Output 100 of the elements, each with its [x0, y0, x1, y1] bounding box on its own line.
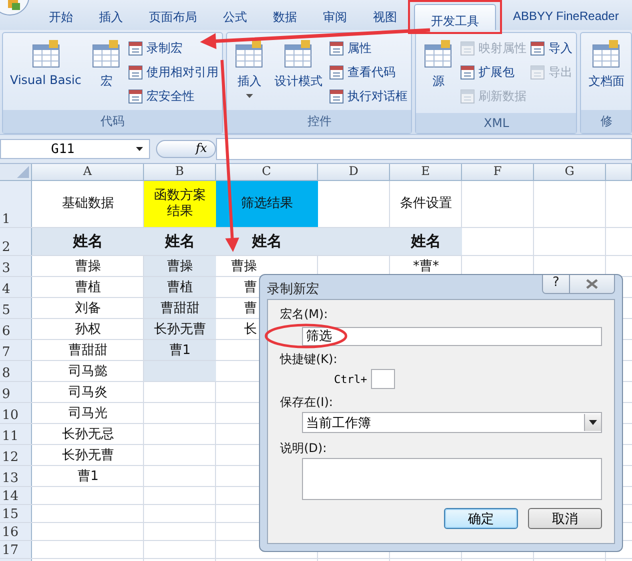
row-header[interactable]: 3: [0, 256, 32, 276]
row-header[interactable]: 10: [0, 403, 32, 423]
column-header[interactable]: [606, 164, 632, 181]
ribbon-tab[interactable]: 插入: [86, 0, 136, 30]
dialog-title: 录制新宏: [267, 281, 319, 298]
ribbon-button[interactable]: Visual Basic: [7, 36, 84, 107]
row-header[interactable]: 16: [0, 523, 32, 540]
table-cell-text: 基础数据: [61, 195, 115, 214]
caret-icon: [246, 94, 253, 98]
table-cell: 筛选结果: [216, 181, 318, 227]
table-cell-text: 曹植: [74, 279, 102, 297]
column-header[interactable]: D: [318, 164, 390, 181]
ribbon-button[interactable]: 查看代码: [329, 62, 408, 82]
ribbon-button[interactable]: 执行对话框: [329, 86, 408, 106]
ribbon-button[interactable]: 插入: [231, 36, 268, 107]
table-cell-text: 曹操: [230, 258, 258, 276]
table-cell: 曹植: [144, 277, 216, 297]
store-in-dropdown[interactable]: 当前工作簿: [302, 412, 602, 433]
row-header[interactable]: 1: [0, 181, 32, 227]
row-header[interactable]: 9: [0, 382, 32, 402]
table-cell-text: 曹: [243, 300, 258, 318]
document-icon: [329, 88, 344, 104]
ribbon-button[interactable]: 宏: [88, 36, 124, 107]
row-header[interactable]: 2: [0, 228, 32, 255]
table-cell: 姓名: [216, 228, 318, 255]
row-header[interactable]: 11: [0, 424, 32, 444]
table-cell-text: 司马懿: [68, 363, 108, 381]
table-cell-text: 曹1: [76, 468, 100, 486]
table-cell-text: 司马光: [68, 405, 108, 423]
close-icon: [586, 279, 598, 289]
close-button[interactable]: [570, 275, 614, 293]
table-cell-text: 曹: [243, 279, 258, 297]
ribbon-button[interactable]: 扩展包: [460, 62, 526, 82]
row-header[interactable]: 7: [0, 340, 32, 360]
column-header[interactable]: A: [32, 164, 144, 181]
ribbon-button[interactable]: 属性: [329, 38, 408, 58]
ribbon-button[interactable]: 源: [420, 36, 456, 110]
document-icon: [460, 88, 476, 104]
row-header[interactable]: 14: [0, 487, 32, 504]
triangle-icon: [17, 166, 29, 178]
table-cell-text: 刘备: [74, 300, 102, 318]
table-cell-text: 长孙无忌: [61, 426, 115, 444]
ribbon-button[interactable]: 文档面: [585, 36, 628, 107]
ribbon-button[interactable]: 宏安全性: [128, 86, 218, 106]
table-cell: 姓名: [32, 228, 144, 255]
office-button-icon[interactable]: [0, 0, 30, 16]
description-field[interactable]: [302, 458, 602, 500]
table-cell-text: 长: [243, 321, 258, 339]
ribbon-button[interactable]: 设计模式: [271, 36, 326, 107]
row-header[interactable]: 5: [0, 298, 32, 318]
dialog-button[interactable]: 确定: [444, 508, 518, 529]
row-header[interactable]: 13: [0, 466, 32, 486]
group-label: 代码: [3, 110, 222, 133]
table-cell: 曹甜甜: [144, 298, 216, 318]
table-cell-text: 司马炎: [68, 384, 108, 402]
document-icon: [128, 64, 144, 80]
field-label: 宏名(M):: [280, 306, 328, 323]
row-header[interactable]: 17: [0, 541, 32, 558]
row-header[interactable]: 15: [0, 505, 32, 522]
spreadsheet-icon: [30, 39, 61, 69]
column-header[interactable]: C: [216, 164, 318, 181]
ribbon-tab[interactable]: 页面布局: [136, 0, 210, 30]
name-box[interactable]: G11: [0, 139, 150, 159]
ribbon-tab[interactable]: 公式: [210, 0, 260, 30]
shortcut-prefix: Ctrl+: [334, 372, 368, 386]
document-icon: [530, 40, 546, 56]
row-header[interactable]: 8: [0, 361, 32, 381]
ribbon-tab[interactable]: 开发工具: [414, 4, 496, 30]
field-label: 说明(D):: [280, 440, 327, 457]
column-header[interactable]: F: [462, 164, 534, 181]
macro-name-field[interactable]: 筛选: [302, 327, 602, 346]
document-icon: [329, 64, 344, 80]
ribbon-tab[interactable]: 开始: [36, 0, 86, 30]
table-cell: 曹操: [144, 256, 216, 276]
column-header[interactable]: B: [144, 164, 216, 181]
dialog-button[interactable]: 取消: [528, 508, 602, 529]
field-label: 保存在(I):: [280, 394, 333, 411]
help-button[interactable]: ?: [543, 275, 570, 293]
select-all-button[interactable]: [0, 164, 32, 181]
column-header[interactable]: E: [390, 164, 462, 181]
table-cell-text: 曹甜甜: [68, 342, 108, 360]
ribbon-button[interactable]: 录制宏: [128, 38, 218, 58]
formula-input[interactable]: [216, 138, 632, 160]
ribbon-button[interactable]: 使用相对引用: [128, 62, 218, 82]
shortcut-key-field[interactable]: [371, 369, 396, 389]
ribbon-tab[interactable]: 审阅: [310, 0, 360, 30]
document-icon: [128, 88, 144, 104]
row-header[interactable]: 6: [0, 319, 32, 339]
ribbon-tab[interactable]: 视图: [360, 0, 410, 30]
ribbon-button[interactable]: 导入: [530, 38, 572, 58]
table-cell-text: *曹*: [412, 258, 440, 276]
row-header[interactable]: 12: [0, 445, 32, 465]
document-icon: [530, 64, 546, 80]
function-button[interactable]: fx: [156, 140, 216, 158]
document-icon: [329, 40, 344, 56]
document-icon: [460, 40, 476, 56]
row-header[interactable]: 4: [0, 277, 32, 297]
column-header[interactable]: G: [534, 164, 606, 181]
ribbon-tab[interactable]: ABBYY FineReader: [500, 0, 632, 30]
ribbon-tab[interactable]: 数据: [260, 0, 310, 30]
